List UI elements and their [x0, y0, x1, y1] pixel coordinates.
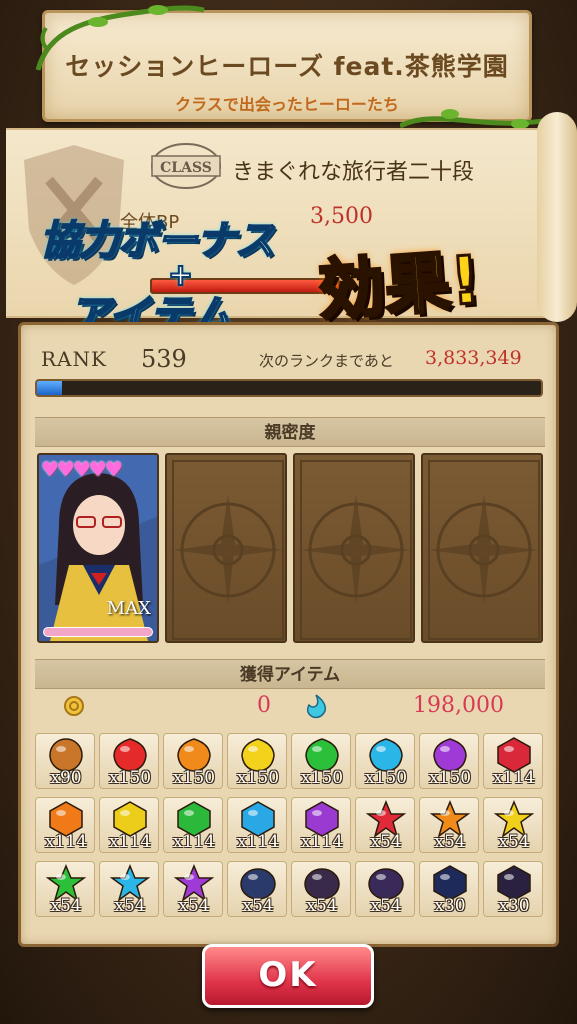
compass-emblem-icon — [172, 460, 284, 640]
reward-item-quantity: x54 — [50, 896, 82, 916]
currency-row: 0 198,000 — [35, 687, 545, 727]
scroll-roll — [537, 112, 577, 322]
reward-item[interactable]: x114 — [291, 797, 351, 853]
reward-item-quantity: x114 — [172, 832, 216, 852]
reward-item[interactable]: x30 — [483, 861, 543, 917]
reward-item[interactable]: x54 — [163, 861, 223, 917]
compass-emblem-icon — [300, 460, 412, 640]
reward-item[interactable]: x114 — [99, 797, 159, 853]
svg-text:CLASS: CLASS — [160, 160, 212, 176]
affinity-bar — [43, 627, 153, 637]
vine-decoration-icon — [35, 5, 205, 71]
next-rank-label: 次のランクまであと — [259, 352, 394, 370]
exp-bar-fill — [37, 381, 63, 395]
empty-card-slot — [421, 453, 543, 643]
reward-item-quantity: x30 — [434, 896, 466, 916]
rank-value: 539 — [141, 345, 187, 373]
reward-item[interactable]: x150 — [227, 733, 287, 789]
results-panel: RANK 539 次のランクまであと 3,833,349 親密度 ♥♥♥♥♥ M… — [18, 322, 559, 947]
reward-item[interactable]: x150 — [291, 733, 351, 789]
reward-item-quantity: x30 — [498, 896, 530, 916]
reward-item-quantity: x54 — [114, 896, 146, 916]
reward-item[interactable]: x114 — [483, 733, 543, 789]
promo-effect: 効果! — [314, 240, 484, 331]
reward-item[interactable]: x150 — [355, 733, 415, 789]
reward-item[interactable]: x114 — [163, 797, 223, 853]
reward-item-quantity: x150 — [236, 768, 280, 788]
reward-item-quantity: x54 — [306, 896, 338, 916]
compass-emblem-icon — [428, 460, 540, 640]
reward-item-quantity: x150 — [108, 768, 152, 788]
ok-button[interactable]: OK — [202, 944, 374, 1008]
gem-value: 198,000 — [413, 693, 504, 718]
reward-item-quantity: x54 — [178, 896, 210, 916]
coin-icon — [64, 696, 84, 716]
reward-item-quantity: x54 — [370, 832, 402, 852]
items-grid: x90 x150 x150 x150 x150 x150 x150 x114 x114 x114 x… — [35, 733, 547, 917]
reward-item-quantity: x114 — [108, 832, 152, 852]
reward-item-quantity: x90 — [50, 768, 82, 788]
reward-item-quantity: x150 — [300, 768, 344, 788]
reward-item[interactable]: x54 — [35, 861, 95, 917]
reward-item[interactable]: x114 — [227, 797, 287, 853]
reward-item-quantity: x150 — [428, 768, 472, 788]
reward-item[interactable]: x54 — [419, 797, 479, 853]
bp-value: 3,500 — [310, 204, 373, 229]
reward-item-quantity: x114 — [236, 832, 280, 852]
items-header: 獲得アイテム — [35, 659, 545, 689]
reward-item[interactable]: x150 — [163, 733, 223, 789]
reward-item-quantity: x54 — [498, 832, 530, 852]
character-card[interactable]: ♥♥♥♥♥ MAX — [37, 453, 159, 643]
reward-item[interactable]: x90 — [35, 733, 95, 789]
reward-item-quantity: x54 — [242, 896, 274, 916]
promo-line-1: 協力ボーナス — [39, 217, 276, 265]
empty-card-slot — [165, 453, 287, 643]
reward-item[interactable]: x54 — [99, 861, 159, 917]
reward-item[interactable]: x54 — [291, 861, 351, 917]
reward-item[interactable]: x54 — [355, 861, 415, 917]
affinity-max-label: MAX — [106, 598, 151, 619]
rank-label: RANK — [41, 347, 107, 371]
reward-item[interactable]: x54 — [227, 861, 287, 917]
next-rank-value: 3,833,349 — [425, 347, 522, 369]
affinity-hearts: ♥♥♥♥♥ — [41, 457, 123, 481]
affinity-header: 親密度 — [35, 417, 545, 447]
reward-item[interactable]: x150 — [419, 733, 479, 789]
reward-item-quantity: x114 — [492, 768, 536, 788]
reward-item[interactable]: x54 — [483, 797, 543, 853]
reward-item[interactable]: x114 — [35, 797, 95, 853]
class-name: きまぐれな旅行者二十段 — [232, 160, 475, 185]
reward-item[interactable]: x30 — [419, 861, 479, 917]
reward-item-quantity: x54 — [370, 896, 402, 916]
reward-item-quantity: x150 — [364, 768, 408, 788]
reward-item-quantity: x114 — [44, 832, 88, 852]
reward-item[interactable]: x150 — [99, 733, 159, 789]
reward-item-quantity: x114 — [300, 832, 344, 852]
reward-item[interactable]: x54 — [355, 797, 415, 853]
class-badge-icon: CLASS — [151, 143, 221, 189]
coin-value: 0 — [257, 693, 271, 718]
exp-bar — [35, 379, 543, 397]
soul-gem-icon — [306, 694, 327, 719]
reward-item-quantity: x54 — [434, 832, 466, 852]
empty-card-slot — [293, 453, 415, 643]
reward-item-quantity: x150 — [172, 768, 216, 788]
